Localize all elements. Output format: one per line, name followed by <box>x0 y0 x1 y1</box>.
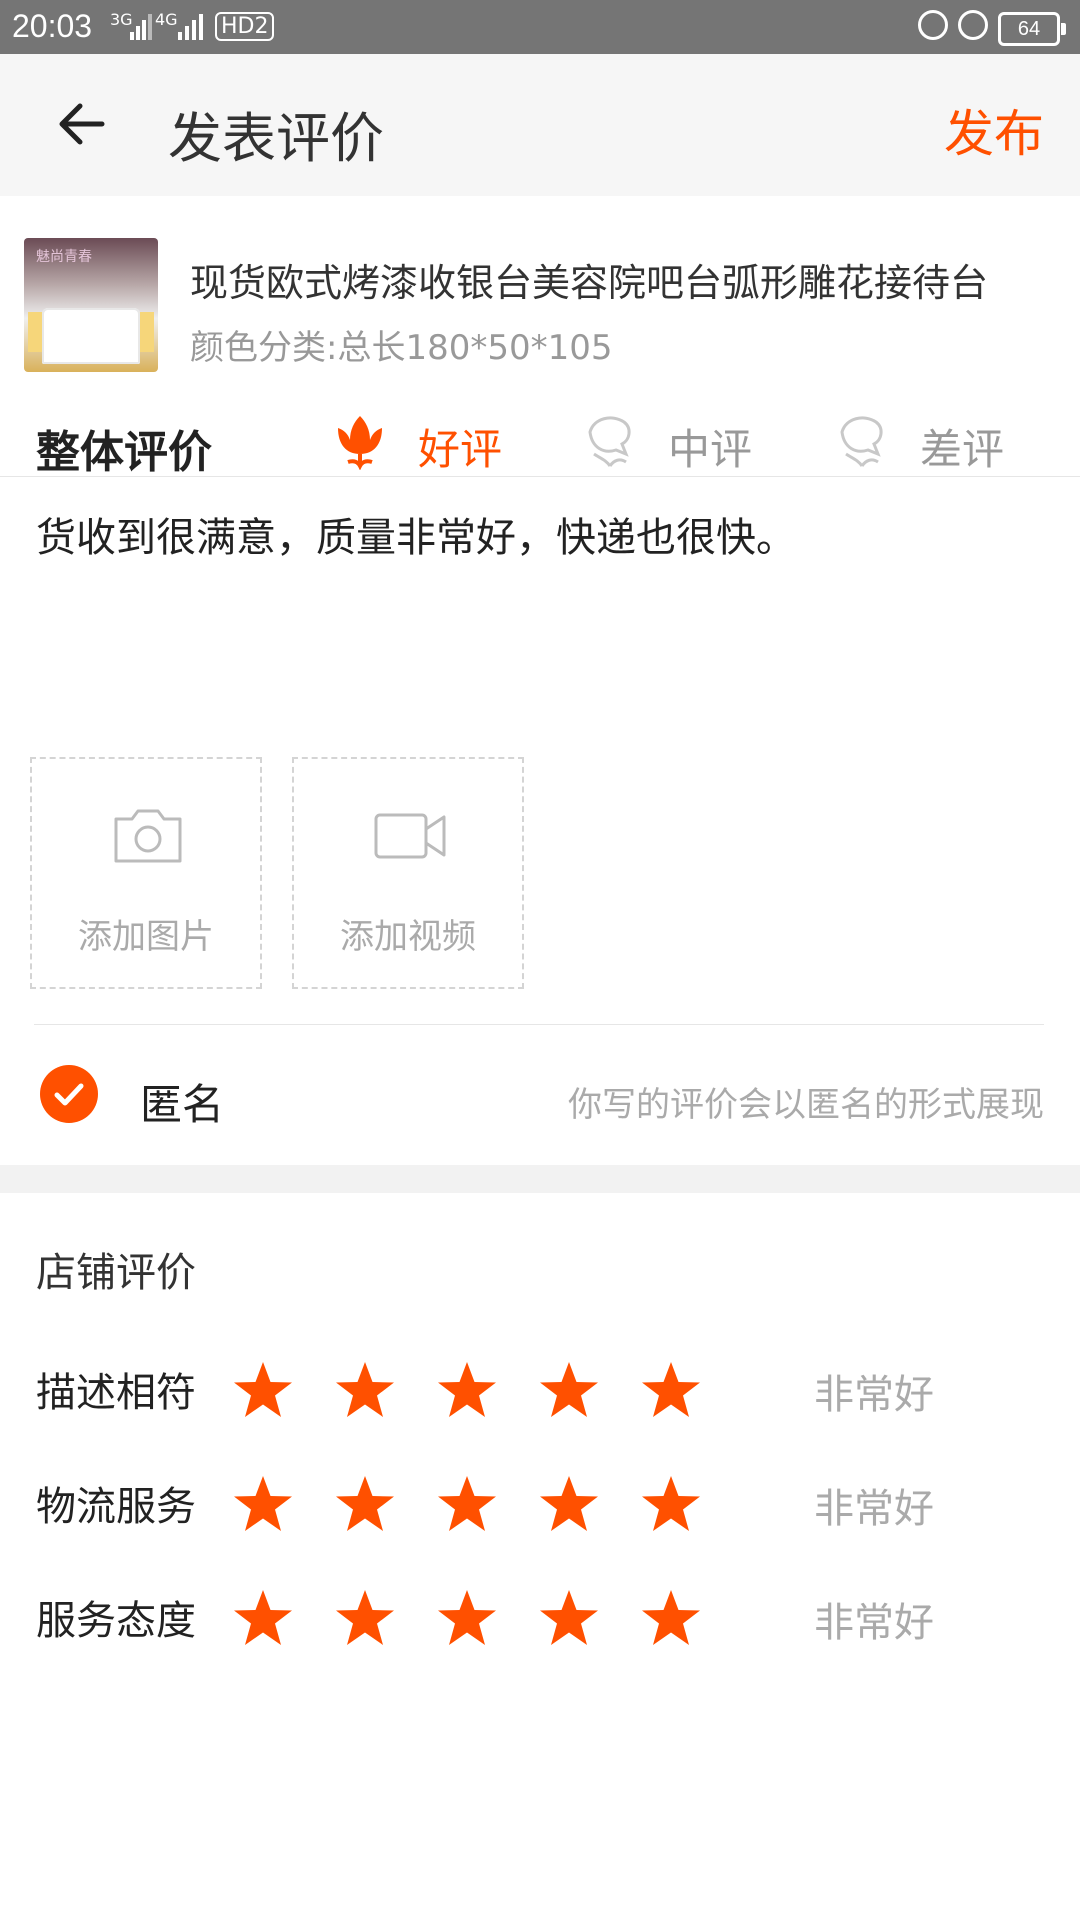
add-video-button[interactable]: 添加视频 <box>292 757 524 989</box>
star-icon[interactable] <box>334 1360 396 1420</box>
star-icon[interactable] <box>436 1474 498 1534</box>
product-thumbnail: 魅尚青春 <box>24 238 158 372</box>
section-gap <box>0 1165 1080 1193</box>
anonymous-checkbox[interactable] <box>40 1065 98 1123</box>
shop-rating-title: 店铺评价 <box>36 1250 196 1296</box>
shop-rating-value: 非常好 <box>814 1372 934 1418</box>
signal-icon-2 <box>178 14 203 40</box>
anonymous-row: 匿名 你写的评价会以匿名的形式展现 <box>0 1025 1080 1165</box>
navigation-bar: 发表评价 发布 <box>0 54 1080 196</box>
shop-rating-label: 服务态度 <box>36 1598 196 1644</box>
add-video-label: 添加视频 <box>340 917 476 957</box>
video-camera-icon <box>374 813 446 859</box>
product-summary: 魅尚青春 现货欧式烤漆收银台美容院吧台弧形雕花接待台 颜色分类:总长180*50… <box>0 196 1080 376</box>
anonymous-hint: 你写的评价会以匿名的形式展现 <box>568 1085 1044 1125</box>
star-icon[interactable] <box>334 1474 396 1534</box>
thumbnail-sign: 魅尚青春 <box>36 249 92 265</box>
rating-option-good[interactable]: 好评 <box>330 410 510 474</box>
flower-icon <box>338 416 382 470</box>
back-arrow-icon[interactable] <box>52 94 112 154</box>
product-title: 现货欧式烤漆收银台美容院吧台弧形雕花接待台 <box>190 261 989 305</box>
signal-icon <box>130 14 152 40</box>
shop-rating-row: 服务态度 非常好 <box>0 1576 1080 1656</box>
overall-rating: 整体评价 好评 中评 差评 <box>0 400 1080 478</box>
shop-rating-label: 物流服务 <box>36 1484 196 1530</box>
star-icon[interactable] <box>538 1360 600 1420</box>
neutral-face-icon <box>588 416 631 467</box>
star-icon[interactable] <box>640 1474 702 1534</box>
checkmark-icon <box>54 1083 84 1106</box>
rating-option-neutral[interactable]: 中评 <box>580 410 760 474</box>
network-4g-label: 4G <box>155 10 178 29</box>
shop-rating-label: 描述相符 <box>36 1370 196 1416</box>
status-bar: 20:03 3G 4G HD2 64 <box>0 0 1080 54</box>
overall-rating-label: 整体评价 <box>36 427 212 478</box>
rating-option-label: 好评 <box>418 425 503 474</box>
star-icon[interactable] <box>640 1360 702 1420</box>
star-icon[interactable] <box>436 1360 498 1420</box>
star-icon[interactable] <box>232 1474 294 1534</box>
star-icon[interactable] <box>436 1588 498 1648</box>
rating-option-label: 中评 <box>668 425 753 474</box>
lock-rotation-icon <box>918 10 948 40</box>
alarm-icon <box>958 10 988 40</box>
star-icon[interactable] <box>232 1360 294 1420</box>
publish-button[interactable]: 发布 <box>944 94 1044 166</box>
review-textarea[interactable]: 货收到很满意，质量非常好，快递也很快。 <box>36 505 1036 563</box>
star-icon[interactable] <box>232 1588 294 1648</box>
bad-face-icon <box>840 416 883 467</box>
rating-option-bad[interactable]: 差评 <box>832 410 1012 474</box>
add-photo-button[interactable]: 添加图片 <box>30 757 262 989</box>
shop-rating-value: 非常好 <box>814 1600 934 1646</box>
status-time: 20:03 <box>12 8 93 44</box>
anonymous-label: 匿名 <box>140 1080 225 1129</box>
star-icon[interactable] <box>334 1588 396 1648</box>
battery-icon: 64 <box>998 12 1066 46</box>
star-icon[interactable] <box>640 1588 702 1648</box>
camera-icon <box>114 809 182 863</box>
rating-option-label: 差评 <box>920 425 1005 474</box>
shop-rating-value: 非常好 <box>814 1486 934 1532</box>
add-photo-label: 添加图片 <box>78 917 214 957</box>
star-icon[interactable] <box>538 1474 600 1534</box>
star-icon[interactable] <box>538 1588 600 1648</box>
hd-badge: HD2 <box>215 12 275 41</box>
page-title: 发表评价 <box>168 107 384 170</box>
product-sku: 颜色分类:总长180*50*105 <box>190 328 613 368</box>
shop-rating-row: 物流服务 非常好 <box>0 1462 1080 1542</box>
shop-rating-row: 描述相符 非常好 <box>0 1348 1080 1428</box>
